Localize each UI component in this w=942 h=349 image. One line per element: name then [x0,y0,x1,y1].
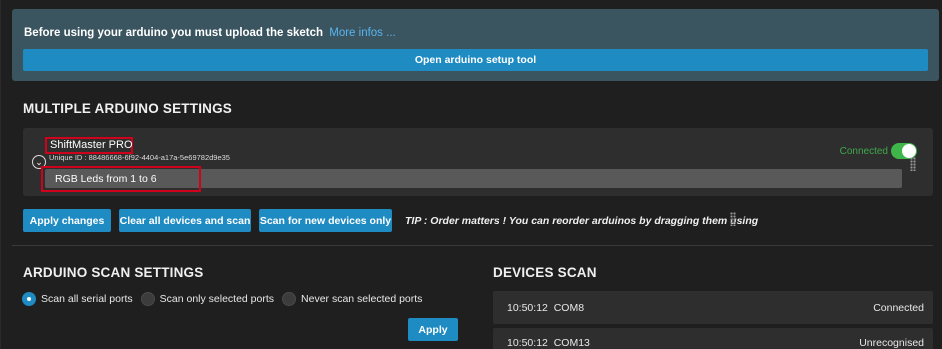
scan-new-devices-button[interactable]: Scan for new devices only [259,209,392,232]
more-infos-link[interactable]: More infos ... [329,27,395,39]
radio-label: Scan only selected ports [159,293,275,305]
clear-devices-button[interactable]: Clear all devices and scan [119,209,251,232]
connection-status: Connected [839,146,888,157]
apply-changes-button[interactable]: Apply changes [23,209,111,232]
device-card[interactable]: ⌄ ShiftMaster PRO Unique ID : 88486668-6… [23,128,933,196]
toggle-knob [902,144,916,158]
radio-scan-selected[interactable]: Scan only selected ports [140,292,275,306]
radio-label: Never scan selected ports [301,293,423,305]
radio-scan-all[interactable]: Scan all serial ports [22,292,133,306]
scan-entry: 10:50:12 COM8 [507,302,584,314]
setup-notice: Before using your arduino you must uploa… [12,9,939,81]
section-divider [12,245,933,246]
notice-message: Before using your arduino you must uploa… [24,27,324,39]
scan-port: COM13 [553,337,590,349]
drag-handle-icon [730,212,736,226]
scan-status: Connected [873,302,924,314]
notice-text: Before using your arduino you must uploa… [24,27,396,39]
scan-time: 10:50:12 [507,302,548,314]
list-item: 10:50:12 COM13 Unrecognised [493,328,933,349]
radio-dot [282,292,297,306]
scan-status: Unrecognised [859,337,924,349]
drag-handle-icon[interactable] [910,157,916,171]
radio-label: Scan all serial ports [41,293,133,305]
open-setup-tool-button[interactable]: Open arduino setup tool [23,49,928,71]
device-unique-id: Unique ID : 88486668-6f92-4404-a17a-5e69… [49,153,230,162]
scan-time: 10:50:12 [507,337,548,349]
apply-scan-settings-button[interactable]: Apply [408,318,458,341]
device-name: ShiftMaster PRO [50,139,133,151]
list-item: 10:50:12 COM8 Connected [493,291,933,324]
app-window: Before using your arduino you must uploa… [0,0,942,349]
scan-mode-options: Scan all serial ports Scan only selected… [22,292,430,306]
devices-scan-title: DEVICES SCAN [493,265,597,280]
device-description: RGB Leds from 1 to 6 [55,173,157,185]
tip-text: TIP : Order matters ! You can reorder ar… [405,215,759,227]
multiple-settings-title: MULTIPLE ARDUINO SETTINGS [23,101,232,116]
radio-dot [22,292,36,306]
scan-entry: 10:50:12 COM13 [507,337,590,349]
radio-never-scan-selected[interactable]: Never scan selected ports [282,292,422,306]
radio-dot [140,292,155,306]
scan-settings-title: ARDUINO SCAN SETTINGS [23,265,204,280]
scan-port: COM8 [553,302,585,314]
